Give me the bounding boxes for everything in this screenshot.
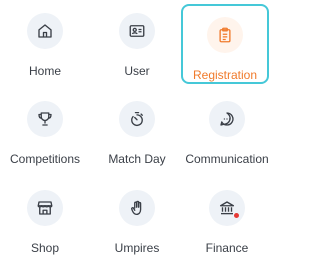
trophy-icon [27, 101, 63, 137]
tile-label: Match Day [108, 152, 166, 166]
tile-match-day[interactable]: Match Day [93, 88, 181, 170]
tile-label: Shop [30, 241, 60, 255]
tile-communication[interactable]: Communication [183, 88, 271, 170]
tile-registration[interactable]: Registration [181, 4, 269, 84]
tile-label: Competitions [9, 152, 81, 166]
tile-label: Communication [185, 152, 269, 166]
tile-user[interactable]: User [93, 0, 181, 82]
store-icon [27, 190, 63, 226]
notification-dot [234, 213, 239, 218]
bank-icon [209, 190, 245, 226]
tile-label: User [124, 64, 150, 78]
tile-label: Registration [192, 68, 258, 82]
clipboard-icon [207, 17, 243, 53]
hand-icon [119, 190, 155, 226]
tile-label: Home [28, 64, 61, 78]
tile-label: Finance [205, 241, 249, 255]
tile-label: Umpires [114, 241, 160, 255]
chat-icon [209, 101, 245, 137]
id-card-icon [119, 13, 155, 49]
tile-competitions[interactable]: Competitions [1, 88, 89, 170]
tile-shop[interactable]: Shop [1, 177, 89, 259]
home-icon [27, 13, 63, 49]
tile-home[interactable]: Home [1, 0, 89, 82]
tile-finance[interactable]: Finance [183, 177, 271, 259]
stopwatch-icon [119, 101, 155, 137]
tile-umpires[interactable]: Umpires [93, 177, 181, 259]
